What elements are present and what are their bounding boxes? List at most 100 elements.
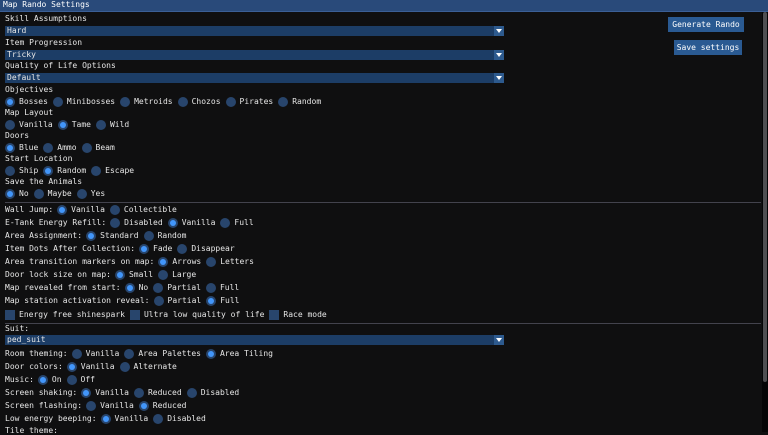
radio-selected-icon[interactable] bbox=[37, 374, 48, 385]
radio-icon[interactable] bbox=[5, 119, 15, 130]
checkbox-box[interactable] bbox=[269, 309, 280, 320]
radio-icon[interactable] bbox=[124, 348, 135, 359]
map-station-option-partial[interactable]: Partial bbox=[153, 295, 201, 306]
room-theming-option-area-palettes[interactable]: Area Palettes bbox=[124, 348, 201, 359]
radio-icon[interactable] bbox=[66, 374, 77, 385]
radio-icon[interactable] bbox=[5, 165, 15, 176]
flashing-option-vanilla[interactable]: Vanilla bbox=[86, 400, 134, 411]
animals-option-yes[interactable]: Yes bbox=[76, 188, 105, 199]
radio-selected-icon[interactable] bbox=[43, 165, 54, 176]
transition-option-arrows[interactable]: Arrows bbox=[158, 256, 201, 267]
door-lock-option-small[interactable]: Small bbox=[114, 269, 153, 280]
animals-option-no[interactable]: No bbox=[5, 188, 29, 199]
map-station-option-full[interactable]: Full bbox=[206, 295, 239, 306]
radio-icon[interactable] bbox=[119, 361, 130, 372]
item-progression-select[interactable]: Tricky bbox=[5, 50, 504, 60]
checkbox-box[interactable] bbox=[129, 309, 140, 320]
doors-option-beam[interactable]: Beam bbox=[81, 142, 115, 153]
objectives-option-pirates[interactable]: Pirates bbox=[225, 96, 273, 107]
radio-icon[interactable] bbox=[206, 256, 217, 267]
skill-select[interactable]: Hard bbox=[5, 26, 504, 36]
radio-selected-icon[interactable] bbox=[100, 413, 111, 424]
radio-selected-icon[interactable] bbox=[5, 142, 15, 153]
ultra-low-qol-checkbox[interactable]: Ultra low quality of life bbox=[129, 309, 264, 320]
radio-icon[interactable] bbox=[86, 400, 97, 411]
radio-icon[interactable] bbox=[205, 282, 216, 293]
room-theming-option-area-tiling[interactable]: Area Tiling bbox=[205, 348, 273, 359]
radio-icon[interactable] bbox=[91, 165, 102, 176]
radio-icon[interactable] bbox=[52, 96, 63, 107]
map-revealed-option-partial[interactable]: Partial bbox=[153, 282, 201, 293]
radio-icon[interactable] bbox=[220, 217, 231, 228]
map-revealed-option-full[interactable]: Full bbox=[205, 282, 239, 293]
area-assign-option-standard[interactable]: Standard bbox=[86, 230, 139, 241]
radio-icon[interactable] bbox=[110, 217, 121, 228]
radio-icon[interactable] bbox=[143, 230, 154, 241]
radio-icon[interactable] bbox=[153, 413, 164, 424]
etank-option-vanilla[interactable]: Vanilla bbox=[167, 217, 215, 228]
radio-selected-icon[interactable] bbox=[5, 188, 15, 199]
radio-icon[interactable] bbox=[278, 96, 289, 107]
vertical-scrollbar[interactable] bbox=[762, 12, 768, 432]
energy-free-shinespark-checkbox[interactable]: Energy free shinespark bbox=[5, 309, 125, 320]
objectives-option-bosses[interactable]: Bosses bbox=[5, 96, 48, 107]
item-dots-option-disappear[interactable]: Disappear bbox=[177, 243, 235, 254]
radio-icon[interactable] bbox=[76, 188, 87, 199]
radio-icon[interactable] bbox=[177, 96, 188, 107]
radio-icon[interactable] bbox=[95, 119, 106, 130]
qol-select[interactable]: Default bbox=[5, 73, 504, 83]
radio-icon[interactable] bbox=[153, 295, 164, 306]
radio-icon[interactable] bbox=[71, 348, 82, 359]
radio-icon[interactable] bbox=[43, 142, 54, 153]
map-revealed-option-no[interactable]: No bbox=[124, 282, 148, 293]
suit-select[interactable]: ped_suit bbox=[5, 335, 504, 345]
item-dots-option-fade[interactable]: Fade bbox=[139, 243, 172, 254]
map-layout-option-wild[interactable]: Wild bbox=[95, 119, 129, 130]
generate-rando-button[interactable]: Generate Rando bbox=[668, 17, 744, 32]
radio-icon[interactable] bbox=[33, 188, 44, 199]
objectives-option-minibosses[interactable]: Minibosses bbox=[52, 96, 115, 107]
map-layout-option-vanilla[interactable]: Vanilla bbox=[5, 119, 53, 130]
door-lock-option-large[interactable]: Large bbox=[158, 269, 196, 280]
low-energy-option-vanilla[interactable]: Vanilla bbox=[100, 413, 148, 424]
scrollbar-thumb[interactable] bbox=[763, 12, 767, 382]
objectives-option-metroids[interactable]: Metroids bbox=[120, 96, 173, 107]
objectives-option-random[interactable]: Random bbox=[278, 96, 321, 107]
radio-icon[interactable] bbox=[158, 269, 169, 280]
radio-selected-icon[interactable] bbox=[57, 204, 68, 215]
doors-option-ammo[interactable]: Ammo bbox=[43, 142, 77, 153]
flashing-option-reduced[interactable]: Reduced bbox=[138, 400, 187, 411]
start-option-escape[interactable]: Escape bbox=[91, 165, 134, 176]
map-layout-option-tame[interactable]: Tame bbox=[57, 119, 91, 130]
wall-jump-option-collectible[interactable]: Collectible bbox=[109, 204, 177, 215]
radio-selected-icon[interactable] bbox=[5, 96, 15, 107]
etank-option-disabled[interactable]: Disabled bbox=[110, 217, 163, 228]
doors-option-blue[interactable]: Blue bbox=[5, 142, 38, 153]
start-option-random[interactable]: Random bbox=[43, 165, 86, 176]
radio-icon[interactable] bbox=[109, 204, 120, 215]
radio-icon[interactable] bbox=[153, 282, 164, 293]
radio-selected-icon[interactable] bbox=[81, 387, 92, 398]
etank-option-full[interactable]: Full bbox=[220, 217, 254, 228]
animals-option-maybe[interactable]: Maybe bbox=[33, 188, 72, 199]
radio-selected-icon[interactable] bbox=[66, 361, 77, 372]
room-theming-option-vanilla[interactable]: Vanilla bbox=[71, 348, 119, 359]
area-assign-option-random[interactable]: Random bbox=[143, 230, 187, 241]
radio-selected-icon[interactable] bbox=[167, 217, 178, 228]
radio-icon[interactable] bbox=[120, 96, 131, 107]
radio-selected-icon[interactable] bbox=[138, 400, 149, 411]
objectives-option-chozos[interactable]: Chozos bbox=[177, 96, 221, 107]
radio-selected-icon[interactable] bbox=[139, 243, 150, 254]
music-option-on[interactable]: On bbox=[37, 374, 62, 385]
radio-selected-icon[interactable] bbox=[124, 282, 135, 293]
race-mode-checkbox[interactable]: Race mode bbox=[269, 309, 327, 320]
radio-selected-icon[interactable] bbox=[205, 348, 216, 359]
radio-selected-icon[interactable] bbox=[57, 119, 68, 130]
shaking-option-reduced[interactable]: Reduced bbox=[133, 387, 182, 398]
radio-selected-icon[interactable] bbox=[158, 256, 169, 267]
start-option-ship[interactable]: Ship bbox=[5, 165, 38, 176]
low-energy-option-disabled[interactable]: Disabled bbox=[153, 413, 206, 424]
save-settings-button[interactable]: Save settings bbox=[674, 40, 742, 55]
wall-jump-option-vanilla[interactable]: Vanilla bbox=[57, 204, 105, 215]
radio-icon[interactable] bbox=[186, 387, 197, 398]
